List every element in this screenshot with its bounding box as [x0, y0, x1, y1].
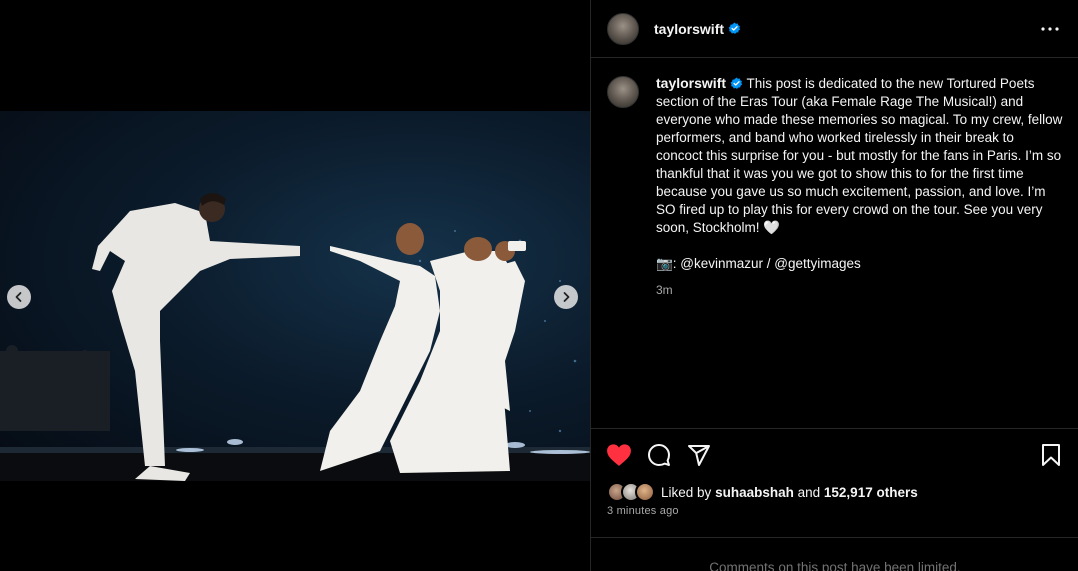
- carousel-prev-button[interactable]: [7, 285, 31, 309]
- comment-icon: [648, 443, 670, 466]
- caption-body: taylorswift This post is dedicated to th…: [656, 74, 1063, 412]
- more-horizontal-icon: [1041, 26, 1059, 31]
- likes-text: Liked by suhaabshah and 152,917 others: [661, 485, 918, 500]
- comment-button[interactable]: [645, 441, 673, 469]
- author-username[interactable]: taylorswift: [654, 21, 724, 37]
- comments-limited-notice: Comments on this post have been limited.: [591, 537, 1078, 571]
- author-avatar[interactable]: [607, 12, 639, 45]
- likes-count-link[interactable]: 152,917 others: [824, 485, 918, 500]
- action-bar: [591, 428, 1078, 480]
- likes-and: and: [797, 484, 821, 500]
- carousel-next-button[interactable]: [554, 285, 578, 309]
- chevron-left-icon: [15, 292, 22, 302]
- post-time-ago[interactable]: 3 minutes ago: [607, 505, 679, 517]
- chevron-right-icon: [563, 292, 570, 302]
- verified-badge-icon: [730, 77, 743, 89]
- post-header: taylorswift: [591, 0, 1078, 58]
- share-button[interactable]: [685, 441, 713, 469]
- bookmark-icon: [1042, 443, 1060, 466]
- liked-by-user-link[interactable]: suhaabshah: [715, 485, 794, 500]
- like-button[interactable]: [605, 441, 633, 469]
- post-media: [0, 0, 590, 571]
- caption-author-avatar[interactable]: [607, 76, 639, 108]
- liker-avatar[interactable]: [635, 482, 655, 502]
- more-options-button[interactable]: [1038, 17, 1062, 41]
- concert-photo-illustration: [0, 193, 590, 481]
- caption-timestamp: 3m: [656, 283, 673, 297]
- post-details-panel: taylorswift taylorswift This post is ded…: [590, 0, 1078, 571]
- send-icon: [688, 444, 710, 466]
- caption-author-username[interactable]: taylorswift: [656, 75, 726, 91]
- caption-text: This post is dedicated to the new Tortur…: [656, 76, 1063, 235]
- save-button[interactable]: [1037, 441, 1065, 469]
- caption-section: taylorswift This post is dedicated to th…: [591, 58, 1078, 428]
- verified-badge-icon: [728, 22, 741, 34]
- heart-filled-icon: [607, 443, 631, 466]
- likes-summary: Liked by suhaabshah and 152,917 others: [607, 482, 918, 502]
- post-photo[interactable]: [0, 111, 590, 481]
- photo-credit: 📷: @kevinmazur / @gettyimages: [656, 256, 861, 271]
- likes-prefix: Liked by: [661, 484, 712, 500]
